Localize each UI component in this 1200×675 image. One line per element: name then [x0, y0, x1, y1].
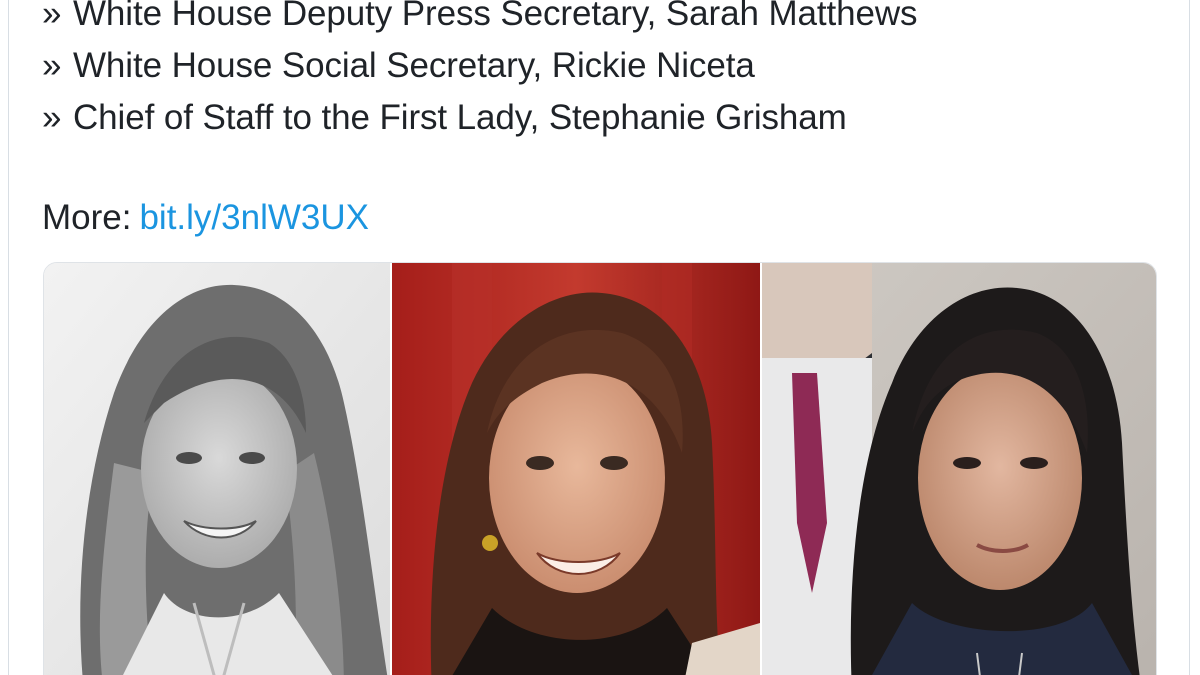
photo-1[interactable] — [44, 263, 390, 675]
bullet-mark: » — [42, 98, 62, 137]
more-link[interactable]: bit.ly/3nlW3UX — [139, 198, 369, 237]
tweet-line-3: » Chief of Staff to the First Lady, Steph… — [42, 92, 1162, 144]
more-line: More: bit.ly/3nlW3UX — [42, 194, 369, 242]
tweet-line-text: White House Deputy Press Secretary, Sara… — [73, 0, 918, 33]
portrait-photo-icon — [44, 263, 390, 675]
bullet-mark: » — [42, 0, 62, 33]
photo-2[interactable] — [392, 263, 760, 675]
tweet-line-1: » White House Deputy Press Secretary, Sar… — [42, 0, 1162, 40]
media-grid[interactable] — [43, 262, 1157, 675]
tweet-line-2: » White House Social Secretary, Rickie Ni… — [42, 40, 1162, 92]
tweet-line-text: White House Social Secretary, Rickie Nic… — [73, 46, 755, 85]
portrait-photo-icon — [392, 263, 760, 675]
portrait-photo-icon — [762, 263, 1156, 675]
bullet-mark: » — [42, 46, 62, 85]
more-label: More: — [42, 198, 132, 237]
tweet-line-text: Chief of Staff to the First Lady, Stepha… — [73, 98, 847, 137]
tweet-text: » White House Deputy Press Secretary, Sar… — [42, 0, 1162, 144]
photo-3[interactable] — [762, 263, 1156, 675]
